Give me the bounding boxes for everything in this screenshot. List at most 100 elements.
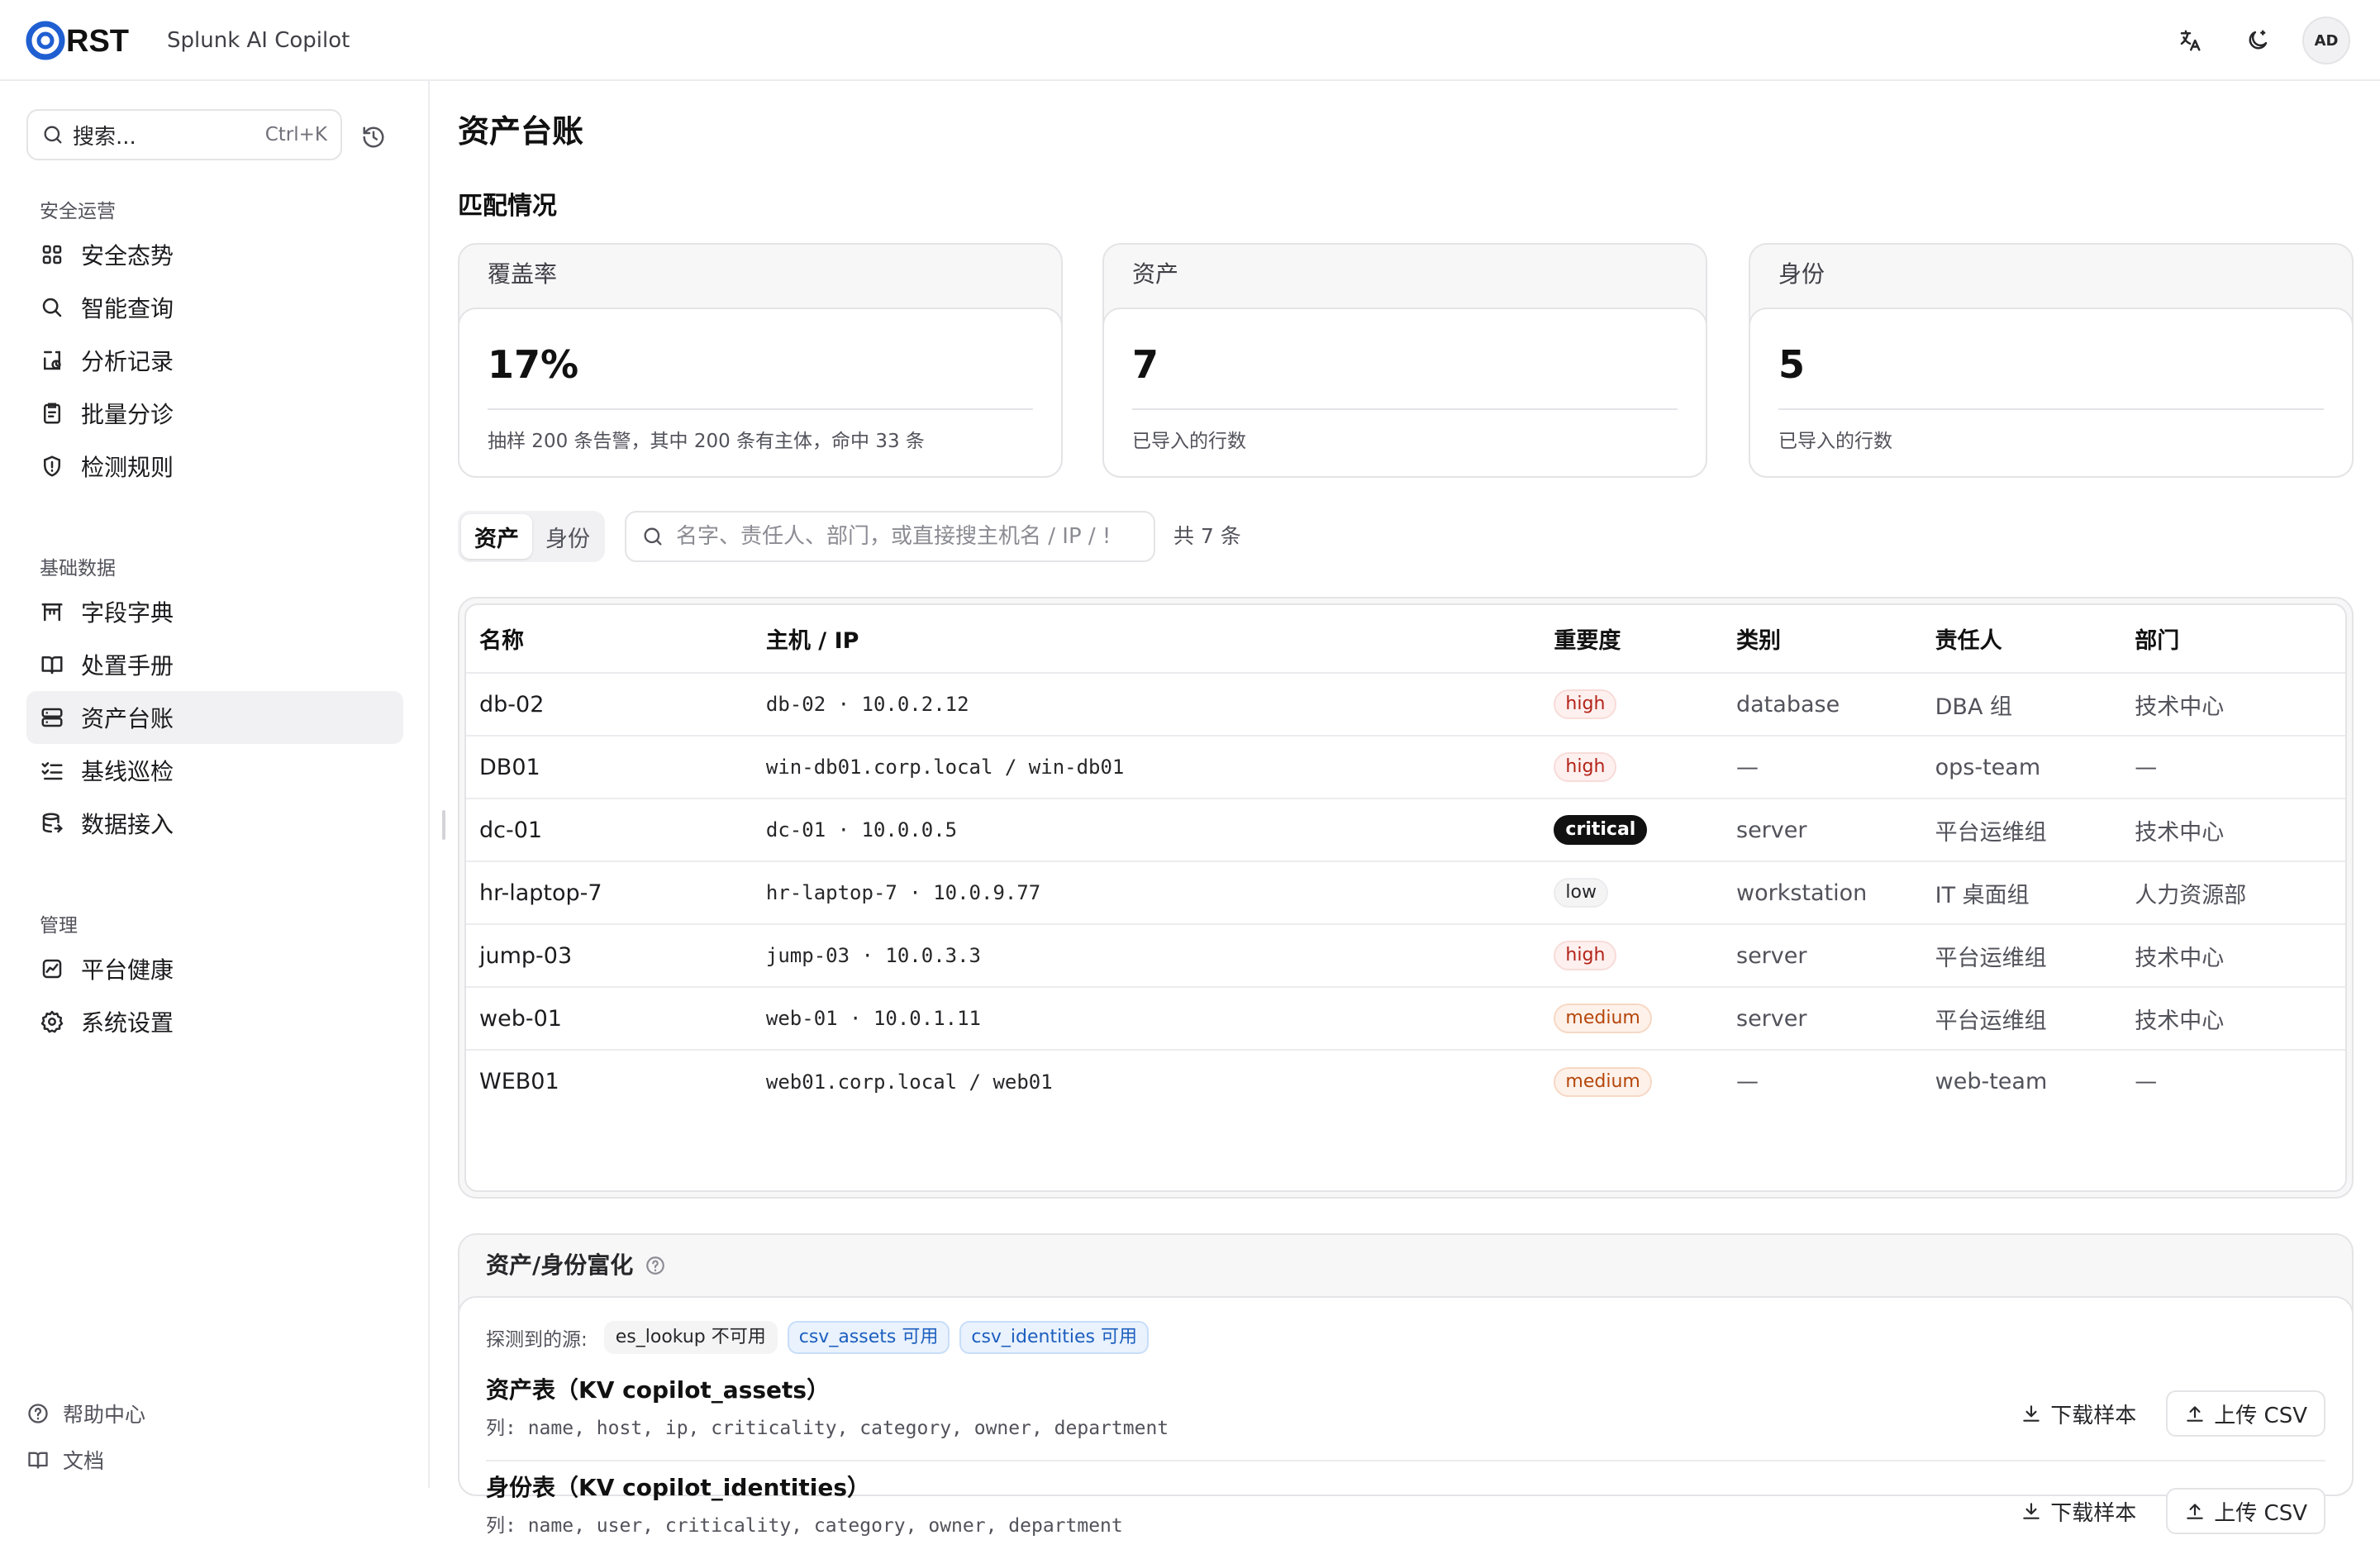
- table-row[interactable]: dc-01 dc-01 · 10.0.0.5 critical server 平…: [466, 799, 2345, 862]
- kv-table-columns: 列: name, host, ip, criticality, category…: [486, 1418, 1169, 1439]
- table-row[interactable]: WEB01 web01.corp.local / web01 medium — …: [466, 1050, 2345, 1113]
- search-icon: [644, 527, 662, 546]
- sidebar-item-system-settings[interactable]: 系统设置: [26, 995, 403, 1048]
- sidebar-resize-handle[interactable]: [442, 810, 445, 840]
- cell-owner: 平台运维组: [1921, 799, 2122, 862]
- cell-department: —: [2135, 1069, 2158, 1094]
- table-row[interactable]: db-02 db-02 · 10.0.2.12 high database DB…: [466, 673, 2345, 737]
- row-count: 共 7 条: [1173, 524, 1241, 548]
- checklist-icon: [41, 762, 63, 780]
- stat-note: 已导入的行数: [1132, 431, 1246, 452]
- table-row[interactable]: DB01 win-db01.corp.local / win-db01 high…: [466, 736, 2345, 799]
- search-icon: [42, 298, 62, 317]
- user-avatar[interactable]: AD: [2302, 17, 2350, 64]
- cell-category: server: [1723, 924, 1922, 988]
- column-header[interactable]: 主机 / IP: [752, 605, 1541, 674]
- history-icon[interactable]: [355, 119, 392, 155]
- book-icon: [41, 656, 63, 675]
- table-header-row: 名称 主机 / IP 重要度 类别 责任人 部门: [466, 605, 2345, 674]
- criticality-badge: high: [1554, 941, 1617, 970]
- cell-criticality: high: [1540, 673, 1723, 737]
- server-icon: [41, 708, 63, 727]
- search-icon: [44, 126, 62, 144]
- cell-host: jump-03 · 10.0.3.3: [752, 924, 1541, 988]
- cell-name: WEB01: [479, 1069, 559, 1094]
- kv-table-title: 资产表（KV copilot_assets）: [486, 1376, 831, 1404]
- cell-category: server: [1723, 799, 1922, 862]
- stat-value: 5: [1778, 342, 1806, 387]
- column-header[interactable]: 名称: [466, 605, 753, 674]
- upload-csv-label: 上传 CSV: [2214, 1500, 2307, 1526]
- cell-owner: 平台运维组: [1921, 924, 2122, 988]
- nav-section-title: 基础数据: [40, 558, 116, 579]
- column-header[interactable]: 责任人: [1921, 605, 2122, 674]
- tab-identities[interactable]: 身份: [532, 514, 603, 559]
- sidebar-item-label: 检测规则: [81, 454, 174, 481]
- upload-csv-button[interactable]: 上传 CSV: [2166, 1390, 2325, 1437]
- cell-host: web01.corp.local / web01: [765, 1070, 1053, 1094]
- clipboard-icon: [44, 403, 60, 424]
- sidebar-item-playbook[interactable]: 处置手册: [26, 638, 403, 691]
- table-search-input[interactable]: [676, 524, 1139, 549]
- sidebar-item-platform-health[interactable]: 平台健康: [26, 942, 403, 995]
- upload-csv-button[interactable]: 上传 CSV: [2166, 1488, 2325, 1534]
- footer-item-label: 文档: [63, 1449, 105, 1473]
- cell-department: 技术中心: [2121, 924, 2345, 988]
- table-row[interactable]: web-01 web-01 · 10.0.1.11 medium server …: [466, 987, 2345, 1051]
- cell-criticality: critical: [1540, 799, 1723, 862]
- sidebar-item-dashboard[interactable]: 安全态势: [26, 228, 403, 281]
- sidebar-item-detection-rules[interactable]: 检测规则: [26, 440, 403, 493]
- download-sample-button[interactable]: 下载样本: [2007, 1488, 2149, 1534]
- cell-host: hr-laptop-7 · 10.0.9.77: [752, 861, 1541, 925]
- help-circle-icon[interactable]: [645, 1255, 666, 1276]
- source-tag-csv-assets: csv_assets 可用: [787, 1321, 950, 1354]
- cell-owner: IT 桌面组: [1921, 861, 2122, 925]
- table-row[interactable]: jump-03 jump-03 · 10.0.3.3 high server 平…: [466, 924, 2345, 988]
- search-placeholder: 搜索...: [73, 124, 136, 150]
- table-search[interactable]: [625, 511, 1155, 562]
- download-sample-button[interactable]: 下载样本: [2007, 1390, 2149, 1437]
- sidebar-item-data-ingest[interactable]: 数据接入: [26, 797, 403, 850]
- column-header[interactable]: 类别: [1723, 605, 1922, 674]
- cell-category: server: [1723, 987, 1922, 1051]
- cell-category: —: [1736, 1069, 1759, 1094]
- sidebar-item-batch-triage[interactable]: 批量分诊: [26, 387, 403, 440]
- table-row[interactable]: hr-laptop-7 hr-laptop-7 · 10.0.9.77 low …: [466, 861, 2345, 925]
- translate-icon[interactable]: [2167, 17, 2213, 64]
- cell-owner: DBA 组: [1921, 673, 2122, 737]
- sidebar-item-baseline-inspection[interactable]: 基线巡检: [26, 744, 403, 797]
- criticality-badge: high: [1554, 752, 1617, 782]
- stat-card-coverage: 覆盖率 17% 抽样 200 条告警，其中 200 条有主体，命中 33 条: [458, 243, 1063, 478]
- nav-section-title: 安全运营: [40, 201, 116, 222]
- upload-icon: [2187, 1406, 2204, 1422]
- sidebar-search[interactable]: 搜索... Ctrl+K: [26, 109, 342, 160]
- asset-table: 名称 主机 / IP 重要度 类别 责任人 部门 db-02 db-02 · 1…: [466, 605, 2345, 1113]
- kv-table-title: 身份表（KV copilot_identities）: [486, 1474, 870, 1501]
- tab-assets[interactable]: 资产: [461, 514, 532, 559]
- asset-table-card: 名称 主机 / IP 重要度 类别 责任人 部门 db-02 db-02 · 1…: [458, 597, 2354, 1199]
- nav-section-admin: 管理 平台健康 系统设置: [26, 909, 403, 1048]
- docs-link[interactable]: 文档: [26, 1437, 403, 1483]
- theme-toggle-icon[interactable]: [2235, 17, 2281, 64]
- stat-card-title: 覆盖率: [488, 260, 558, 288]
- cell-category: database: [1723, 673, 1922, 737]
- sidebar-item-analysis-records[interactable]: 分析记录: [26, 334, 403, 387]
- column-header[interactable]: 重要度: [1540, 605, 1723, 674]
- sidebar-item-label: 基线巡检: [81, 758, 174, 785]
- page-title: 资产台账: [458, 113, 584, 150]
- dictionary-icon: [41, 603, 63, 622]
- source-tag-csv-identities: csv_identities 可用: [959, 1321, 1149, 1354]
- sidebar-item-field-dictionary[interactable]: 字段字典: [26, 585, 403, 638]
- sidebar-item-query[interactable]: 智能查询: [26, 281, 403, 334]
- stat-card-assets: 资产 7 已导入的行数: [1102, 243, 1707, 478]
- help-center-link[interactable]: 帮助中心: [26, 1390, 403, 1437]
- column-header[interactable]: 部门: [2121, 605, 2345, 674]
- history-record-icon: [44, 350, 61, 370]
- sidebar-item-asset-ledger[interactable]: 资产台账: [26, 691, 403, 744]
- brand[interactable]: RST Splunk AI Copilot: [23, 18, 350, 63]
- criticality-badge: medium: [1554, 1066, 1652, 1097]
- sidebar-footer: 帮助中心 文档: [26, 1390, 403, 1488]
- cell-department: 人力资源部: [2121, 861, 2345, 925]
- svg-text:RST: RST: [66, 24, 129, 59]
- database-import-icon: [42, 813, 64, 833]
